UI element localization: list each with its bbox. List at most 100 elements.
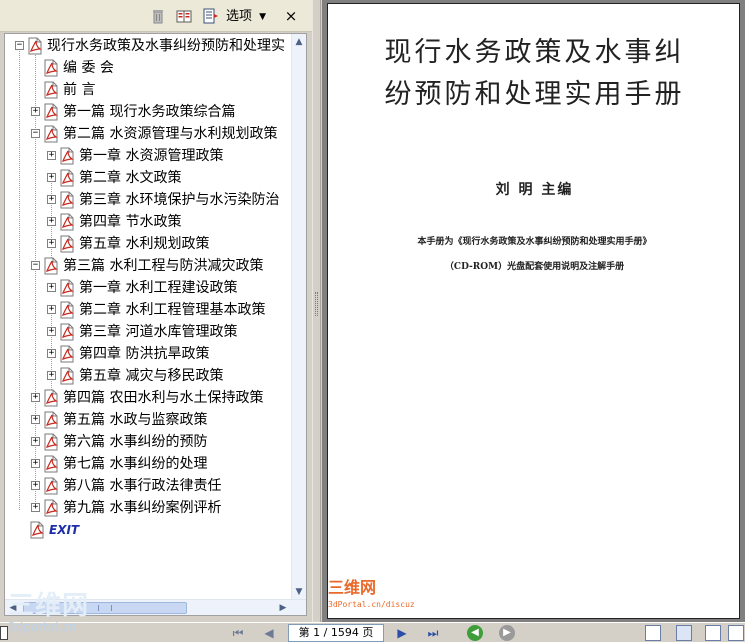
bookmark-label: 第五章 水利规划政策 (79, 236, 210, 252)
expand-icon[interactable]: + (31, 415, 40, 424)
bookmark-item[interactable]: + 第八篇 水事行政法律责任 (5, 476, 295, 496)
pdf-bookmark-icon (43, 125, 59, 143)
bookmark-item[interactable]: − 第二篇 水资源管理与水利规划政策 (5, 124, 295, 144)
bookmark-label: 第二章 水文政策 (79, 170, 182, 186)
status-bar: ⏮ ◀ 第 1 / 1594 页 ▶ ⏭ ◀ ▶ (0, 622, 745, 642)
expand-icon[interactable]: + (31, 481, 40, 490)
bookmark-label: 第五章 减灾与移民政策 (79, 368, 224, 384)
bookmark-label: 第三篇 水利工程与防洪减灾政策 (63, 258, 264, 274)
bookmark-item[interactable]: + 第七篇 水事纠纷的处理 (5, 454, 295, 474)
pdf-page: 现行水务政策及水事纠 纷预防和处理实用手册 刘 明 主编 本手册为《现行水务政策… (327, 3, 740, 619)
bookmark-label: 第一篇 现行水务政策综合篇 (63, 104, 236, 120)
scroll-up-icon[interactable]: ▲ (292, 34, 306, 50)
bookmark-label: 第四篇 农田水利与水土保持政策 (63, 390, 264, 406)
expand-icon[interactable]: + (31, 107, 40, 116)
watermark-logo: 三维网 (328, 578, 377, 597)
bookmark-label: 第五篇 水政与监察政策 (63, 412, 208, 428)
bookmark-item[interactable]: + 第一章 水利工程建设政策 (5, 278, 295, 298)
previous-page-button[interactable]: ◀ (260, 625, 278, 641)
expand-icon[interactable]: + (31, 437, 40, 446)
expand-icon[interactable]: + (31, 459, 40, 468)
facing-view-icon[interactable] (705, 625, 721, 641)
single-page-view-icon[interactable] (645, 625, 661, 641)
page-number-field[interactable]: 第 1 / 1594 页 (288, 624, 384, 642)
expand-icon[interactable]: + (47, 151, 56, 160)
pdf-bookmark-icon (43, 455, 59, 473)
go-back-button[interactable]: ◀ (467, 625, 483, 641)
bookmark-item[interactable]: + 第五章 水利规划政策 (5, 234, 295, 254)
pdf-bookmark-icon (59, 345, 75, 363)
bookmark-item[interactable]: + 第四章 防洪抗旱政策 (5, 344, 295, 364)
go-forward-button[interactable]: ▶ (499, 625, 515, 641)
expand-icon[interactable]: + (47, 239, 56, 248)
document-note-line-2: （CD-ROM）光盘配套使用说明及注解手册 (444, 262, 625, 272)
expand-icon[interactable]: + (31, 503, 40, 512)
bookmark-item[interactable]: + 第二章 水文政策 (5, 168, 295, 188)
close-panel-button[interactable]: × (282, 6, 300, 26)
collapse-icon[interactable]: − (15, 41, 24, 50)
last-page-button[interactable]: ⏭ (424, 625, 442, 641)
continuous-facing-view-icon[interactable] (728, 625, 744, 641)
expand-icon[interactable]: + (47, 349, 56, 358)
bookmark-exit[interactable]: EXIT (5, 520, 295, 540)
bookmark-item[interactable]: + 第五章 减灾与移民政策 (5, 366, 295, 386)
first-page-button[interactable]: ⏮ (229, 625, 247, 641)
panel-splitter[interactable] (312, 0, 321, 622)
delete-bookmark-icon[interactable] (150, 8, 166, 24)
bookmark-item[interactable]: + 第二章 水利工程管理基本政策 (5, 300, 295, 320)
site-logo-url: 3dportal.cn (8, 620, 77, 634)
bookmark-label: 现行水务政策及水事纠纷预防和处理实 (47, 38, 285, 54)
bookmark-item[interactable]: + 第四篇 农田水利与水土保持政策 (5, 388, 295, 408)
pdf-bookmark-icon (43, 257, 59, 275)
expand-icon[interactable]: + (31, 393, 40, 402)
bookmark-item[interactable]: + 第一章 水资源管理政策 (5, 146, 295, 166)
expand-icon[interactable]: + (47, 371, 56, 380)
pdf-bookmark-icon (59, 323, 75, 341)
pdf-bookmark-icon (59, 213, 75, 231)
bookmark-item[interactable]: + 第三章 水环境保护与水污染防治 (5, 190, 295, 210)
bookmark-item[interactable]: + 第九篇 水事纠纷案例评析 (5, 498, 295, 518)
title-line-1: 现行水务政策及水事纠 (384, 37, 685, 68)
pdf-bookmark-icon (59, 147, 75, 165)
pdf-bookmark-icon (59, 301, 75, 319)
new-bookmark-icon[interactable] (176, 8, 192, 24)
bookmark-item[interactable]: + 第四章 节水政策 (5, 212, 295, 232)
pdf-bookmark-icon (43, 59, 59, 77)
expand-icon[interactable]: + (47, 283, 56, 292)
bookmark-tree: − 现行水务政策及水事纠纷预防和处理实编 委 会前 言 + 第一篇 现行水务政策综合篇… (5, 34, 295, 600)
expand-icon[interactable]: + (47, 173, 56, 182)
document-viewport[interactable]: 现行水务政策及水事纠 纷预防和处理实用手册 刘 明 主编 本手册为《现行水务政策… (322, 0, 745, 622)
bookmark-item[interactable]: 前 言 (5, 80, 295, 100)
pdf-bookmark-icon (59, 367, 75, 385)
collapse-icon[interactable]: − (31, 129, 40, 138)
bookmark-item[interactable]: 编 委 会 (5, 58, 295, 78)
document-note-line-1: 本手册为《现行水务政策及水事纠纷预防和处理实用手册》 (417, 237, 652, 247)
splitter-grip-icon[interactable] (315, 292, 318, 316)
scroll-right-icon[interactable]: ▶ (275, 600, 291, 615)
bookmark-item[interactable]: + 第六篇 水事纠纷的预防 (5, 432, 295, 452)
options-menu-button[interactable]: 选项 ▼ (226, 8, 266, 26)
collapse-icon[interactable]: − (31, 261, 40, 270)
expand-bookmark-icon[interactable] (203, 8, 219, 24)
watermark-url: 3dPortal.cn/discuz (328, 600, 415, 609)
next-page-button[interactable]: ▶ (393, 625, 411, 641)
expand-icon[interactable]: + (47, 327, 56, 336)
bookmark-item[interactable]: + 第五篇 水政与监察政策 (5, 410, 295, 430)
bookmark-item[interactable]: + 第一篇 现行水务政策综合篇 (5, 102, 295, 122)
expand-icon[interactable]: + (47, 195, 56, 204)
bookmark-item[interactable]: − 第三篇 水利工程与防洪减灾政策 (5, 256, 295, 276)
expand-icon[interactable]: + (47, 217, 56, 226)
pdf-bookmark-icon (43, 103, 59, 121)
page-thumbnail-icon[interactable] (0, 626, 8, 640)
bookmark-label: 前 言 (63, 82, 96, 98)
bookmark-item[interactable]: + 第三章 河道水库管理政策 (5, 322, 295, 342)
vertical-scrollbar[interactable]: ▲ ▼ (291, 34, 306, 600)
expand-icon[interactable]: + (47, 305, 56, 314)
bookmarks-panel: 选项 ▼ × − 现行水务政策及水事纠纷预防和处理实编 委 会前 言 + 第一篇 现行… (0, 0, 312, 622)
continuous-view-icon[interactable] (676, 625, 692, 641)
bookmark-item[interactable]: − 现行水务政策及水事纠纷预防和处理实 (5, 36, 295, 56)
scroll-down-icon[interactable]: ▼ (292, 584, 306, 600)
bookmark-label: 第四章 防洪抗旱政策 (79, 346, 210, 362)
bookmark-label: 第四章 节水政策 (79, 214, 182, 230)
options-label: 选项 (226, 9, 253, 24)
